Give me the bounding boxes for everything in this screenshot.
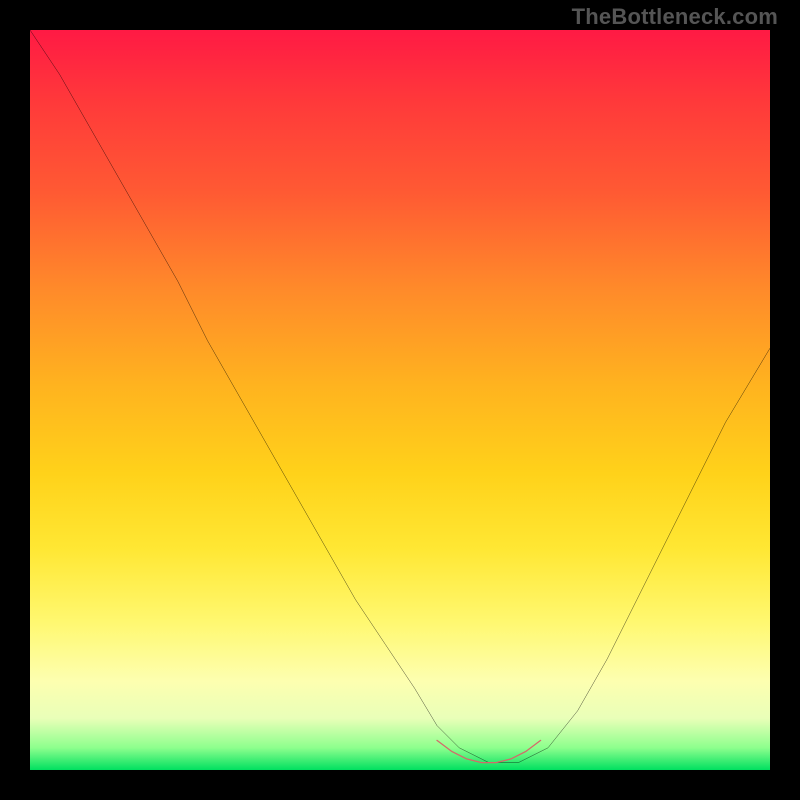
plot-gradient-background bbox=[30, 30, 770, 770]
bottleneck-curve bbox=[30, 30, 770, 763]
chart-svg bbox=[30, 30, 770, 770]
chart-frame: TheBottleneck.com bbox=[0, 0, 800, 800]
watermark-text: TheBottleneck.com bbox=[572, 4, 778, 30]
